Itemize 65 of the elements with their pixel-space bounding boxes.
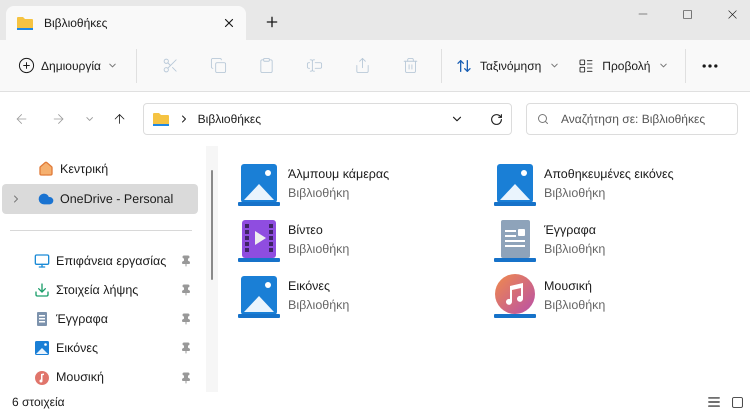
- library-type: Βιβλιοθήκη: [544, 241, 606, 258]
- back-icon[interactable]: [14, 111, 30, 127]
- library-name[interactable]: Βίντεο: [288, 221, 350, 240]
- picture-library-icon: [238, 274, 280, 318]
- sidebar-item[interactable]: Στοιχεία λήψης: [2, 276, 198, 305]
- delete-icon: [402, 57, 420, 74]
- library-name[interactable]: Μουσική: [544, 277, 606, 296]
- document-library-icon: [494, 218, 536, 262]
- refresh-icon[interactable]: [490, 112, 503, 126]
- sidebar-item[interactable]: Εικόνες: [2, 334, 198, 363]
- scrollbar-thumb[interactable]: [211, 170, 213, 280]
- sidebar-item[interactable]: Έγγραφα: [2, 304, 198, 334]
- share-icon: [354, 57, 372, 74]
- tiles-view-icon[interactable]: [731, 396, 744, 408]
- details-view-icon[interactable]: [707, 395, 721, 409]
- pin-icon[interactable]: [180, 342, 192, 354]
- sidebar-item[interactable]: Κεντρική: [2, 154, 198, 184]
- picture-icon: [34, 340, 50, 356]
- view-button[interactable]: Προβολή: [568, 50, 680, 82]
- picture-library-icon: [238, 162, 280, 206]
- search-field[interactable]: Αναζήτηση σε: Βιβλιοθήκες: [526, 103, 738, 135]
- music-icon: [34, 370, 50, 386]
- home-icon: [38, 160, 54, 177]
- library-type: Βιβλιοθήκη: [288, 241, 350, 258]
- sidebar-item[interactable]: Επιφάνεια εργασίας: [2, 246, 198, 276]
- pin-icon[interactable]: [180, 313, 192, 326]
- library-type: Βιβλιοθήκη: [544, 297, 606, 314]
- add-icon: [18, 57, 35, 74]
- maximize-icon[interactable]: [682, 8, 693, 20]
- library-name[interactable]: Εικόνες: [288, 277, 350, 296]
- video-library-icon: [238, 218, 280, 262]
- download-icon: [34, 282, 50, 298]
- tab[interactable]: Βιβλιοθήκες: [6, 6, 246, 40]
- item-count: 6 στοιχεία: [12, 394, 65, 411]
- new-tab-icon[interactable]: [264, 14, 280, 30]
- library-name[interactable]: Αποθηκευμένες εικόνες: [544, 165, 674, 184]
- sidebar-item[interactable]: OneDrive - Personal: [2, 184, 198, 214]
- search-icon: [536, 113, 549, 125]
- sort-icon: [456, 58, 472, 74]
- pin-icon[interactable]: [180, 284, 192, 296]
- new-button[interactable]: Δημιουργία: [10, 50, 126, 82]
- sidebar-item[interactable]: Μουσική: [2, 363, 198, 392]
- library-name[interactable]: Έγγραφα: [544, 221, 606, 240]
- library-type: Βιβλιοθήκη: [288, 185, 350, 202]
- pin-icon[interactable]: [180, 372, 192, 384]
- address-bar[interactable]: Βιβλιοθήκες: [142, 103, 512, 135]
- rename-icon: [306, 57, 324, 74]
- library-name[interactable]: Άλμπουμ κάμερας: [288, 165, 390, 184]
- library-type: Βιβλιοθήκη: [288, 297, 350, 314]
- document-icon: [34, 311, 50, 328]
- music-library-icon: [494, 274, 536, 318]
- library-type: Βιβλιοθήκη: [544, 185, 606, 202]
- pin-icon[interactable]: [180, 255, 192, 268]
- close-icon[interactable]: [222, 16, 236, 30]
- desktop-icon: [34, 253, 50, 270]
- cloud-icon: [38, 190, 54, 207]
- folder-icon: [16, 15, 34, 31]
- copy-icon: [210, 57, 228, 74]
- folder-icon: [152, 111, 170, 127]
- sort-button[interactable]: Ταξινόμηση: [448, 50, 568, 82]
- paste-icon: [258, 57, 276, 74]
- picture-library-icon: [494, 162, 536, 206]
- cut-icon: [162, 57, 180, 74]
- view-icon: [578, 58, 594, 74]
- forward-icon[interactable]: [51, 111, 66, 127]
